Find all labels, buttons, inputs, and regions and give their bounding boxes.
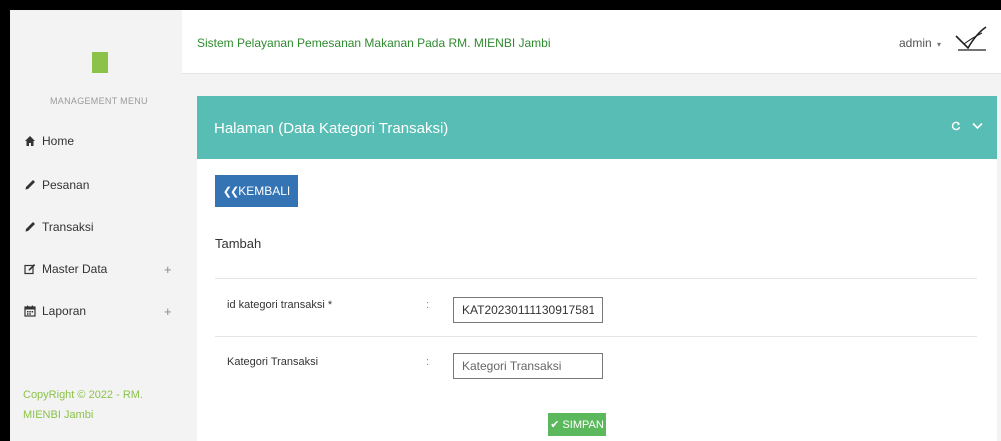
save-button-label: SIMPAN xyxy=(562,418,604,431)
expand-icon[interactable]: + xyxy=(164,304,172,319)
edit-icon xyxy=(23,262,37,276)
field-colon: : xyxy=(426,299,430,311)
sidebar-item-label: Pesanan xyxy=(42,178,90,192)
expand-icon[interactable]: + xyxy=(164,262,172,277)
menu-caption: MANAGEMENT MENU xyxy=(50,96,148,106)
divider xyxy=(215,278,977,279)
sidebar: MANAGEMENT MENU Home Pesanan Transaksi M… xyxy=(10,10,182,441)
sidebar-item-label: Home xyxy=(42,134,75,148)
sidebar-item-label: Master Data xyxy=(42,262,108,276)
pencil-icon xyxy=(23,178,37,192)
calendar-icon xyxy=(23,304,37,318)
field-colon: : xyxy=(426,356,430,368)
kategori-transaksi-input[interactable] xyxy=(453,353,603,379)
check-icon: ✔ xyxy=(550,419,560,431)
app-title: Sistem Pelayanan Pemesanan Makanan Pada … xyxy=(197,36,551,50)
divider xyxy=(215,336,977,337)
sidebar-item-label: Laporan xyxy=(42,304,87,318)
box-tools xyxy=(950,120,983,132)
sidebar-item-home[interactable]: Home xyxy=(10,128,182,154)
sidebar-item-master-data[interactable]: Master Data + xyxy=(10,256,182,282)
caret-down-icon: ▾ xyxy=(937,40,942,49)
chevron-down-icon[interactable] xyxy=(971,120,983,132)
app-frame: MANAGEMENT MENU Home Pesanan Transaksi M… xyxy=(10,10,1001,441)
copyright-text: CopyRight © 2022 - RM. MIENBI Jambi xyxy=(23,389,143,421)
home-icon xyxy=(23,134,37,148)
back-button[interactable]: ❮❮ KEMBALI xyxy=(215,175,298,207)
save-button[interactable]: ✔ SIMPAN xyxy=(548,413,606,436)
refresh-icon[interactable] xyxy=(950,120,962,132)
user-menu[interactable]: admin ▾ xyxy=(899,36,941,50)
back-button-label: KEMBALI xyxy=(238,184,291,198)
top-navbar: Sistem Pelayanan Pemesanan Makanan Pada … xyxy=(182,10,1001,74)
pencil-icon xyxy=(23,220,37,234)
double-chevron-left-icon: ❮❮ xyxy=(222,185,240,198)
page-title: Halaman (Data Kategori Transaksi) xyxy=(214,120,449,137)
content-box: Halaman (Data Kategori Transaksi) ❮❮ KEM… xyxy=(197,96,997,441)
logo xyxy=(92,52,108,73)
sidebar-item-pesanan[interactable]: Pesanan xyxy=(10,172,182,198)
sidebar-item-transaksi[interactable]: Transaksi xyxy=(10,214,182,240)
field-label-kategori-transaksi: Kategori Transaksi xyxy=(227,356,319,368)
user-signature-avatar[interactable] xyxy=(954,24,988,52)
section-title: Tambah xyxy=(215,236,262,251)
user-name: admin xyxy=(899,36,932,50)
field-label-id-kategori: id kategori transaksi * xyxy=(227,299,333,311)
sidebar-item-laporan[interactable]: Laporan + xyxy=(10,298,182,324)
box-header: Halaman (Data Kategori Transaksi) xyxy=(197,96,997,159)
sidebar-item-label: Transaksi xyxy=(42,220,94,234)
id-kategori-input[interactable] xyxy=(453,297,603,323)
